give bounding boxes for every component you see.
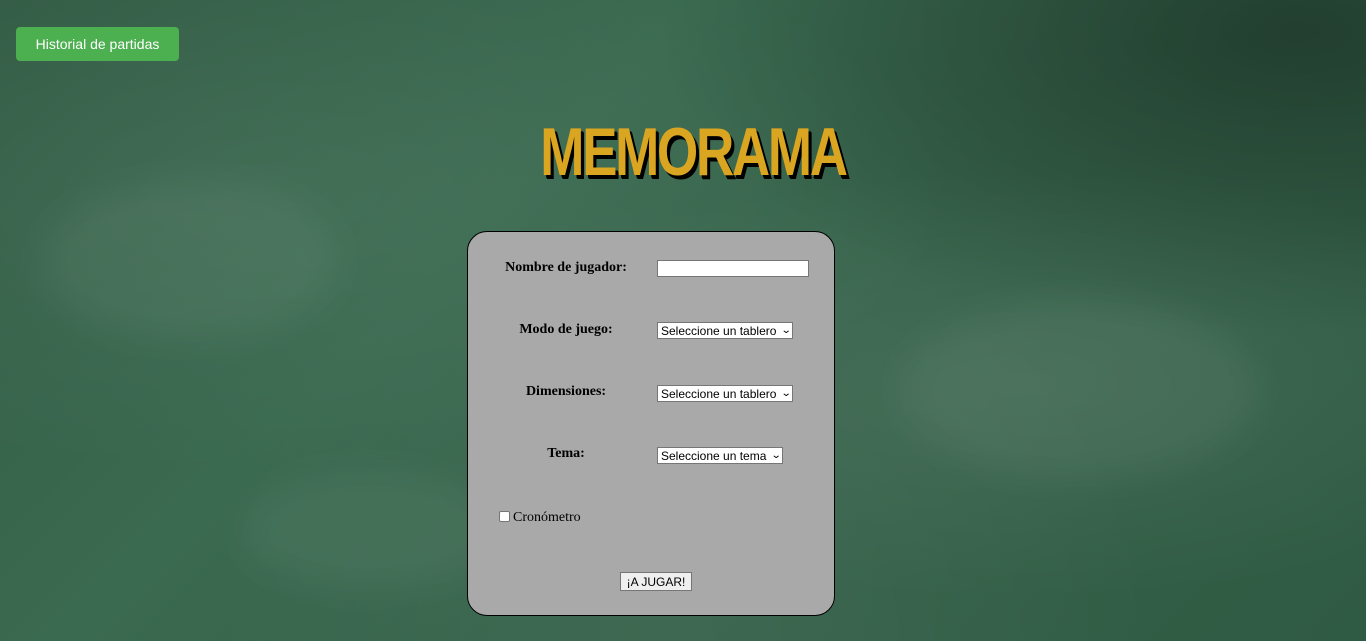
- chalk-smudge: [240, 470, 500, 590]
- chalk-smudge: [40, 180, 340, 340]
- theme-label: Tema:: [547, 446, 585, 461]
- game-mode-select[interactable]: Seleccione un tablero ⌄: [657, 322, 793, 339]
- game-mode-label: Modo de juego:: [519, 322, 613, 337]
- play-button[interactable]: ¡A JUGAR!: [620, 572, 692, 591]
- player-name-input[interactable]: [657, 260, 809, 277]
- dimensions-select[interactable]: Seleccione un tablero ⌄: [657, 385, 793, 402]
- chevron-down-icon: ⌄: [770, 450, 782, 461]
- theme-select[interactable]: Seleccione un tema ⌄: [657, 447, 783, 464]
- timer-checkbox[interactable]: [499, 511, 510, 522]
- timer-label[interactable]: Cronómetro: [513, 510, 581, 526]
- dimensions-selected-value: Seleccione un tablero: [661, 386, 777, 401]
- game-mode-selected-value: Seleccione un tablero: [661, 323, 777, 338]
- chevron-down-icon: ⌄: [780, 388, 792, 399]
- dimensions-label: Dimensiones:: [525, 384, 607, 399]
- chalk-smudge: [900, 300, 1260, 480]
- page-title: MEMORAMA: [540, 114, 848, 190]
- chevron-down-icon: ⌄: [780, 325, 792, 336]
- theme-selected-value: Seleccione un tema: [661, 448, 767, 463]
- game-setup-form: Nombre de jugador: Modo de juego: Selecc…: [467, 231, 835, 616]
- player-name-label: Nombre de jugador:: [505, 260, 627, 275]
- history-button[interactable]: Historial de partidas: [16, 27, 179, 61]
